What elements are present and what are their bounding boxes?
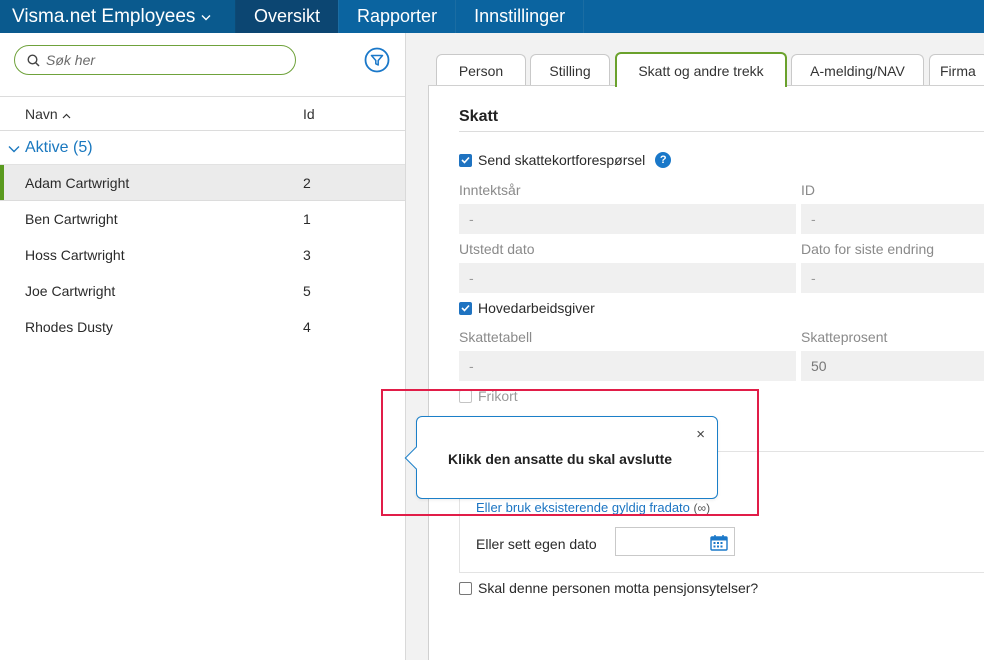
tab-a-melding[interactable]: A-melding/NAV [791, 54, 924, 86]
tooltip-text: Klikk den ansatte du skal avslutte [448, 451, 673, 467]
guide-tooltip: Klikk den ansatte du skal avslutte × [404, 416, 718, 499]
list-header: Navn Id [0, 96, 405, 131]
search-icon [27, 53, 40, 67]
siste-endring-label: Dato for siste endring [801, 241, 935, 257]
tab-content: Skatt Send skattekortforespørsel ? Innte… [428, 85, 984, 660]
top-nav: Visma.net Employees Oversikt Rapporter I… [0, 0, 984, 33]
employee-list-panel: Navn Id Aktive (5) Adam Cartwright 2 Ben… [0, 33, 406, 660]
search-box[interactable] [14, 45, 296, 75]
column-id-header[interactable]: Id [303, 106, 315, 122]
filter-icon[interactable] [364, 47, 390, 73]
nav-rapporter[interactable]: Rapporter [339, 0, 457, 33]
skatteprosent-field: 50 [801, 351, 984, 381]
utstedt-field: - [459, 263, 796, 293]
skattetabell-label: Skattetabell [459, 329, 533, 345]
siste-endring-field: - [801, 263, 984, 293]
employee-row[interactable]: Hoss Cartwright 3 [0, 237, 405, 273]
employee-id: 5 [303, 283, 311, 299]
search-input[interactable] [46, 52, 266, 68]
checkbox-checked-icon [459, 153, 472, 167]
hovedarbeidsgiver-label: Hovedarbeidsgiver [478, 300, 595, 316]
help-icon[interactable]: ? [655, 152, 672, 168]
brand-label: Visma.net Employees [12, 5, 196, 27]
employee-id: 2 [303, 175, 311, 191]
utstedt-label: Utstedt dato [459, 241, 535, 257]
id-field: - [801, 204, 984, 234]
employee-name: Adam Cartwright [25, 175, 130, 191]
nav-filler [584, 0, 984, 33]
employee-id: 4 [303, 319, 311, 335]
close-icon[interactable]: × [696, 426, 705, 443]
hovedarbeidsgiver-checkbox[interactable]: Hovedarbeidsgiver [459, 300, 595, 316]
divider [459, 131, 984, 132]
tab-person[interactable]: Person [436, 54, 526, 86]
column-name-header[interactable]: Navn [25, 106, 71, 122]
group-aktive[interactable]: Aktive (5) [0, 131, 405, 165]
id-label: ID [801, 182, 815, 198]
nav-oversikt[interactable]: Oversikt [236, 0, 340, 33]
send-request-checkbox[interactable]: Send skattekortforespørsel ? [459, 152, 672, 168]
app-switcher[interactable]: Visma.net Employees [0, 0, 236, 33]
own-date-label: Eller sett egen dato [476, 536, 597, 552]
send-request-label: Send skattekortforespørsel [478, 152, 646, 168]
pension-label: Skal denne personen motta pensjonsytelse… [478, 580, 759, 596]
pension-checkbox[interactable]: Skal denne personen motta pensjonsytelse… [459, 580, 758, 596]
tab-firma[interactable]: Firma [929, 54, 984, 86]
employee-row[interactable]: Rhodes Dusty 4 [0, 309, 405, 345]
employee-id: 1 [303, 211, 311, 227]
employee-detail-panel: Person Stilling Skatt og andre trekk A-m… [406, 33, 984, 660]
employee-id: 3 [303, 247, 311, 263]
chevron-down-icon [201, 10, 211, 24]
employee-name: Hoss Cartwright [25, 247, 125, 263]
tab-stilling[interactable]: Stilling [530, 54, 610, 86]
nav-innstillinger[interactable]: Innstillinger [456, 0, 585, 33]
chevron-down-icon [8, 140, 20, 158]
employee-name: Joe Cartwright [25, 283, 116, 299]
sort-ascending-icon [62, 106, 71, 122]
checkbox-checked-icon [459, 301, 472, 315]
employee-row[interactable]: Joe Cartwright 5 [0, 273, 405, 309]
group-label: Aktive (5) [25, 139, 93, 156]
date-input[interactable] [615, 527, 735, 556]
calendar-icon[interactable] [710, 534, 728, 551]
employee-row[interactable]: Ben Cartwright 1 [0, 201, 405, 237]
checkbox-unchecked-icon [459, 581, 472, 595]
inntektsar-field: - [459, 204, 796, 234]
tab-skatt[interactable]: Skatt og andre trekk [615, 52, 787, 87]
employee-name: Ben Cartwright [25, 211, 118, 227]
inntektsar-label: Inntektsår [459, 182, 521, 198]
employee-name: Rhodes Dusty [25, 319, 113, 335]
skatteprosent-label: Skatteprosent [801, 329, 888, 345]
skattetabell-field: - [459, 351, 796, 381]
section-title: Skatt [459, 108, 499, 125]
employee-row[interactable]: Adam Cartwright 2 [0, 165, 405, 201]
